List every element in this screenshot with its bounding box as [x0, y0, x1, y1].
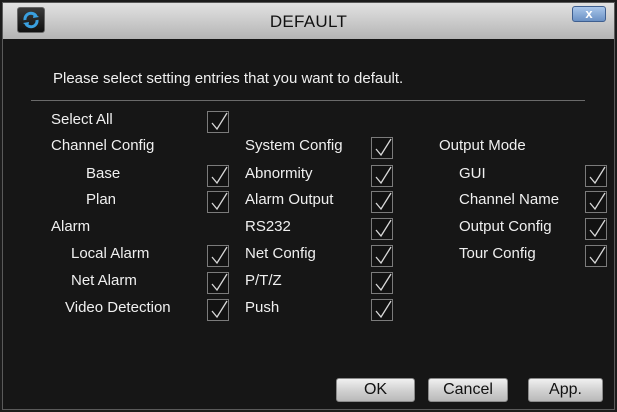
checkmark-icon [375, 192, 392, 211]
gui-label: GUI [459, 165, 486, 182]
output-mode-label: Output Mode [439, 137, 526, 154]
checkmark-icon [211, 246, 228, 265]
instruction-text: Please select setting entries that you w… [53, 70, 404, 87]
checkmark-icon [375, 273, 392, 292]
checkmark-icon [211, 273, 228, 292]
alarm-output-checkbox[interactable] [371, 191, 393, 213]
checkmark-icon [211, 166, 228, 185]
push-checkbox[interactable] [371, 299, 393, 321]
checkmark-icon [589, 166, 606, 185]
ok-button[interactable]: OK [336, 378, 415, 402]
select-all-checkbox[interactable] [207, 111, 229, 133]
video-detection-checkbox[interactable] [207, 299, 229, 321]
title-bar[interactable]: DEFAULT x [3, 3, 614, 39]
checkmark-icon [375, 219, 392, 238]
checkmark-icon [589, 219, 606, 238]
local-alarm-label: Local Alarm [71, 245, 150, 262]
cancel-button[interactable]: Cancel [428, 378, 508, 402]
system-config-label: System Config [245, 137, 343, 154]
base-label: Base [86, 165, 121, 182]
channel-config-label: Channel Config [51, 137, 155, 154]
net-alarm-checkbox[interactable] [207, 272, 229, 294]
checkmark-icon [375, 246, 392, 265]
net-config-checkbox[interactable] [371, 245, 393, 267]
output-config-checkbox[interactable] [585, 218, 607, 240]
gui-checkbox[interactable] [585, 165, 607, 187]
checkmark-icon [375, 138, 392, 157]
channel-name-checkbox[interactable] [585, 191, 607, 213]
checkmark-icon [211, 300, 228, 319]
abnormity-checkbox[interactable] [371, 165, 393, 187]
close-button[interactable]: x [572, 6, 606, 22]
ptz-label: P/T/Z [245, 272, 282, 289]
abnormity-label: Abnormity [245, 165, 313, 182]
select-all-label: Select All [51, 111, 113, 128]
checkmark-icon [589, 192, 606, 211]
push-label: Push [245, 299, 280, 316]
apply-button[interactable]: App. [528, 378, 603, 402]
checkmark-icon [375, 166, 392, 185]
rs232-label: RS232 [245, 218, 291, 235]
alarm-output-label: Alarm Output [245, 191, 334, 208]
checkmark-icon [211, 192, 228, 211]
checkmark-icon [589, 246, 606, 265]
rs232-checkbox[interactable] [371, 218, 393, 240]
channel-name-label: Channel Name [459, 191, 560, 208]
net-config-label: Net Config [245, 245, 316, 262]
plan-checkbox[interactable] [207, 191, 229, 213]
dialog-title: DEFAULT [269, 12, 348, 31]
alarm-label: Alarm [51, 218, 91, 235]
ptz-checkbox[interactable] [371, 272, 393, 294]
separator [31, 100, 585, 101]
video-detection-label: Video Detection [65, 299, 171, 316]
base-checkbox[interactable] [207, 165, 229, 187]
checkmark-icon [375, 300, 392, 319]
plan-label: Plan [86, 191, 117, 208]
net-alarm-label: Net Alarm [71, 272, 137, 289]
local-alarm-checkbox[interactable] [207, 245, 229, 267]
tour-config-checkbox[interactable] [585, 245, 607, 267]
default-dialog: DEFAULT x Please select setting entries … [2, 2, 615, 410]
tour-config-label: Tour Config [459, 245, 536, 262]
checkmark-icon [211, 112, 228, 131]
system-config-checkbox[interactable] [371, 137, 393, 159]
output-config-label: Output Config [459, 218, 552, 235]
